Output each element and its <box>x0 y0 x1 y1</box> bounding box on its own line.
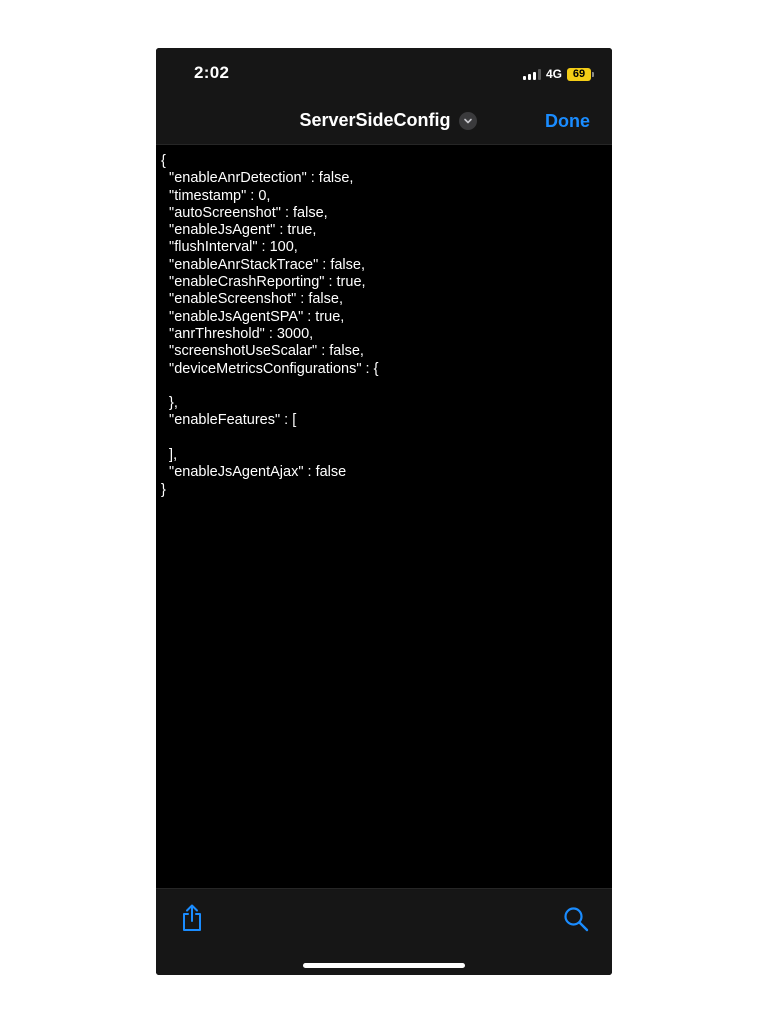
text-line: "anrThreshold" : 3000, <box>161 325 314 342</box>
search-button[interactable] <box>562 905 590 933</box>
status-indicators: 4G 69 <box>522 66 594 82</box>
text-line: "flushInterval" : 100, <box>161 239 298 256</box>
title-menu[interactable]: ServerSideConfig <box>156 110 612 131</box>
share-icon <box>183 904 201 931</box>
phone-screen: 2:02 4G 69 ServerSideConfig Done {"enab… <box>156 48 612 975</box>
network-type: 4G <box>545 67 562 81</box>
text-line: } <box>161 481 166 498</box>
status-bar: 2:02 4G 69 <box>156 48 612 100</box>
document-content[interactable]: { "enableAnrDetection" : false, "timesta… <box>156 145 612 888</box>
text-line: "enableFeatures" : [ <box>161 412 297 429</box>
text-line: "enableCrashReporting" : true, <box>161 274 366 291</box>
search-icon <box>564 907 589 932</box>
text-line: { <box>161 153 166 169</box>
text-line: }, <box>161 395 178 412</box>
chevron-down-icon[interactable] <box>458 111 477 130</box>
text-line: "deviceMetricsConfigurations" : { <box>161 360 379 377</box>
navigation-bar: ServerSideConfig Done <box>156 100 612 145</box>
home-indicator[interactable] <box>303 963 465 968</box>
text-line: ], <box>161 447 178 464</box>
text-line: "enableJsAgent" : true, <box>161 222 317 239</box>
text-line: "enableJsAgentSPA" : true, <box>161 308 345 325</box>
json-text: { "enableAnrDetection" : false, "timesta… <box>161 153 378 499</box>
text-line: "autoScreenshot" : false, <box>161 204 328 221</box>
text-line: "enableAnrStackTrace" : false, <box>161 256 365 273</box>
cellular-signal-icon <box>522 68 541 80</box>
done-button[interactable]: Done <box>545 111 590 132</box>
text-line: "timestamp" : 0, <box>161 187 271 204</box>
text-line: "enableScreenshot" : false, <box>161 291 343 308</box>
document-title: ServerSideConfig <box>299 110 451 130</box>
text-line <box>161 378 378 395</box>
battery-icon: 69 <box>567 67 594 81</box>
text-line: "enableAnrDetection" : false, <box>161 170 354 187</box>
text-line: "enableJsAgentAjax" : false <box>161 464 347 481</box>
bottom-toolbar <box>156 888 612 975</box>
text-line: "screenshotUseScalar" : false, <box>161 343 364 360</box>
text-line <box>161 430 378 447</box>
battery-cap <box>592 71 594 77</box>
share-button[interactable] <box>178 903 206 933</box>
status-time: 2:02 <box>194 63 230 82</box>
battery-level: 69 <box>567 67 591 81</box>
